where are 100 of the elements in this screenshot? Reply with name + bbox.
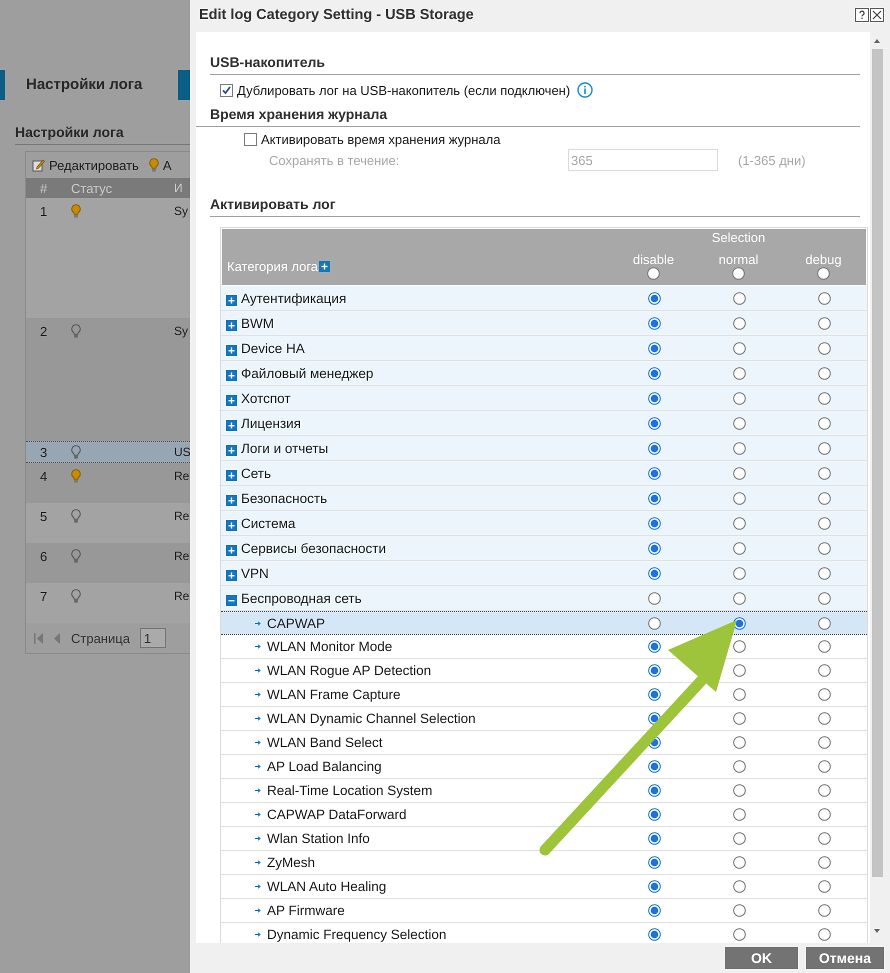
expand-icon[interactable] xyxy=(226,320,237,330)
radio-button[interactable] xyxy=(733,466,746,480)
radio-button[interactable] xyxy=(648,904,661,917)
radio-button[interactable] xyxy=(733,366,746,380)
radio-button[interactable] xyxy=(648,616,661,630)
radio-button[interactable] xyxy=(818,664,831,677)
radio-button[interactable] xyxy=(648,292,661,304)
radio-button[interactable] xyxy=(818,592,831,604)
radio-button[interactable] xyxy=(648,366,661,380)
radio-button[interactable] xyxy=(733,808,746,821)
radio-button[interactable] xyxy=(648,832,661,845)
radio-button[interactable] xyxy=(733,640,746,653)
table-row[interactable]: Сервисы безопасности xyxy=(221,536,867,561)
expand-icon[interactable] xyxy=(226,544,237,556)
close-icon[interactable] xyxy=(870,8,884,22)
radio-button[interactable] xyxy=(648,880,661,893)
help-icon[interactable] xyxy=(855,8,869,22)
radio-button[interactable] xyxy=(818,416,831,430)
expand-icon[interactable] xyxy=(226,520,237,530)
radio-button[interactable] xyxy=(818,466,831,480)
radio-button[interactable] xyxy=(647,267,660,280)
radio-button[interactable] xyxy=(817,267,830,280)
radio-button[interactable] xyxy=(733,880,746,893)
expand-icon[interactable] xyxy=(226,494,237,506)
radio-button[interactable] xyxy=(818,856,831,869)
radio-button[interactable] xyxy=(648,808,661,821)
radio-button[interactable] xyxy=(648,516,661,530)
table-row[interactable]: Хотспот xyxy=(221,386,867,411)
table-row[interactable]: Система xyxy=(221,511,867,536)
radio-button[interactable] xyxy=(818,808,831,821)
radio-button[interactable] xyxy=(648,542,661,554)
radio-button[interactable] xyxy=(818,832,831,845)
radio-button[interactable] xyxy=(818,292,831,304)
radio-button[interactable] xyxy=(648,688,661,701)
radio-button[interactable] xyxy=(648,784,661,797)
expand-icon[interactable] xyxy=(226,294,237,306)
radio-button[interactable] xyxy=(733,688,746,701)
radio-button[interactable] xyxy=(648,592,661,604)
checkbox[interactable] xyxy=(244,133,257,146)
radio-button[interactable] xyxy=(648,316,661,330)
radio-button[interactable] xyxy=(818,542,831,554)
toolbar-button[interactable]: А xyxy=(148,158,172,172)
expand-icon[interactable] xyxy=(226,470,237,480)
expand-icon[interactable] xyxy=(226,570,237,580)
table-row[interactable]: Сеть xyxy=(221,461,867,486)
radio-button[interactable] xyxy=(733,760,746,773)
toolbar-button[interactable]: Редактировать xyxy=(32,158,139,172)
table-row[interactable]: VPN xyxy=(221,561,867,586)
radio-button[interactable] xyxy=(648,392,661,404)
cancel-button[interactable]: Отмена xyxy=(806,947,884,969)
radio-button[interactable] xyxy=(648,566,661,580)
radio-button[interactable] xyxy=(818,712,831,725)
radio-button[interactable] xyxy=(818,640,831,653)
radio-button[interactable] xyxy=(733,904,746,917)
radio-button[interactable] xyxy=(733,392,746,404)
radio-button[interactable] xyxy=(818,442,831,454)
checkbox[interactable] xyxy=(220,84,233,96)
radio-button[interactable] xyxy=(733,516,746,530)
radio-button[interactable] xyxy=(733,832,746,845)
expand-icon[interactable] xyxy=(226,394,237,406)
info-icon[interactable] xyxy=(577,82,594,98)
ok-button[interactable]: OK xyxy=(725,947,798,969)
radio-button[interactable] xyxy=(648,492,661,504)
scroll-up-icon[interactable] xyxy=(873,37,881,45)
table-row[interactable]: Device HA xyxy=(221,336,867,361)
radio-button[interactable] xyxy=(733,442,746,454)
radio-button[interactable] xyxy=(818,366,831,380)
radio-button[interactable] xyxy=(733,736,746,749)
expand-icon[interactable] xyxy=(226,444,237,456)
radio-button[interactable] xyxy=(733,492,746,504)
table-row[interactable]: Аутентификация xyxy=(221,286,867,311)
radio-button[interactable] xyxy=(733,928,746,941)
radio-button[interactable] xyxy=(648,928,661,941)
radio-button[interactable] xyxy=(733,856,746,869)
collapse-icon[interactable] xyxy=(226,594,237,606)
expand-icon[interactable] xyxy=(226,370,237,380)
table-row[interactable]: Логи и отчеты xyxy=(221,436,867,461)
radio-button[interactable] xyxy=(818,904,831,917)
radio-button[interactable] xyxy=(818,492,831,504)
scroll-down-icon[interactable] xyxy=(873,927,881,935)
page-tab[interactable]: Настройки лога xyxy=(5,70,178,100)
radio-button[interactable] xyxy=(732,267,745,280)
radio-button[interactable] xyxy=(818,688,831,701)
radio-button[interactable] xyxy=(733,416,746,430)
radio-button[interactable] xyxy=(648,342,661,354)
radio-button[interactable] xyxy=(648,466,661,480)
radio-button[interactable] xyxy=(818,342,831,354)
radio-button[interactable] xyxy=(648,640,661,653)
radio-button[interactable] xyxy=(818,316,831,330)
table-row[interactable]: CAPWAP xyxy=(221,611,867,635)
radio-button[interactable] xyxy=(648,442,661,454)
radio-button[interactable] xyxy=(733,712,746,725)
radio-button[interactable] xyxy=(648,416,661,430)
expand-icon[interactable] xyxy=(319,260,330,272)
page-field[interactable]: 1 xyxy=(140,628,166,648)
radio-button[interactable] xyxy=(648,760,661,773)
radio-button[interactable] xyxy=(818,928,831,941)
radio-button[interactable] xyxy=(733,542,746,554)
radio-button[interactable] xyxy=(733,316,746,330)
radio-button[interactable] xyxy=(818,616,831,630)
